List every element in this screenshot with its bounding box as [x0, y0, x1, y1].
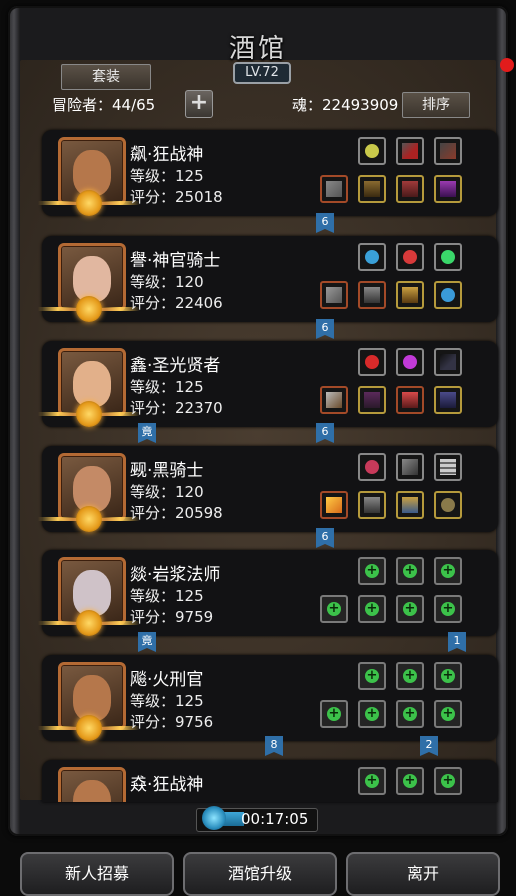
- notification-dot: [500, 58, 514, 72]
- hero-name: 猋·狂战神: [130, 775, 204, 795]
- armor-slot-icon[interactable]: [434, 386, 462, 414]
- rank-medal-icon: [38, 296, 140, 322]
- hero-score: 评分：22370: [130, 399, 223, 417]
- armor-slot-icon[interactable]: [434, 491, 462, 519]
- hero-level: 等级：125: [130, 167, 204, 185]
- empty-slot-plus-icon[interactable]: +: [396, 662, 424, 690]
- adventurer-count: 冒险者：44/65: [52, 96, 156, 114]
- soul-amount: 魂：22493909: [292, 96, 399, 114]
- hero-name: 觋·黑骑士: [130, 461, 204, 481]
- hero-card[interactable]: 譽·神官骑士 等级：120 评分：22406: [38, 236, 498, 322]
- hero-score: 评分：25018: [130, 188, 223, 206]
- accessory-slot-icon[interactable]: [434, 453, 462, 481]
- empty-slot-plus-icon[interactable]: +: [358, 595, 386, 623]
- hero-portrait: [58, 767, 126, 802]
- accessory-slot-icon[interactable]: [358, 348, 386, 376]
- armor-slot-icon[interactable]: [358, 386, 386, 414]
- weapon-slot-icon[interactable]: [320, 491, 348, 519]
- hero-card[interactable]: 鑫·圣光贤者 等级：125 评分：22370: [38, 341, 498, 427]
- tavern-upgrade-button[interactable]: 酒馆升级: [183, 852, 337, 896]
- hero-card[interactable]: 觋·黑骑士 等级：120 评分：20598: [38, 446, 498, 532]
- rank-medal-icon: [38, 715, 140, 741]
- clock-icon: [202, 806, 226, 830]
- hero-level: 等级：120: [130, 273, 204, 291]
- empty-slot-plus-icon[interactable]: +: [396, 767, 424, 795]
- rank-medal-icon: [38, 506, 140, 532]
- accessory-slot-icon[interactable]: [434, 348, 462, 376]
- rank-medal-icon: [38, 190, 140, 216]
- accessory-slot-icon[interactable]: [358, 137, 386, 165]
- armor-slot-icon[interactable]: [358, 491, 386, 519]
- rank-medal-icon: [38, 401, 140, 427]
- armor-slot-icon[interactable]: [396, 281, 424, 309]
- tavern-level-badge: LV.72: [233, 62, 291, 84]
- empty-slot-plus-icon[interactable]: +: [396, 595, 424, 623]
- leave-button[interactable]: 离开: [346, 852, 500, 896]
- accessory-slot-icon[interactable]: [434, 137, 462, 165]
- accessory-slot-icon[interactable]: [396, 243, 424, 271]
- recruit-button[interactable]: 新人招募: [20, 852, 174, 896]
- accessory-slot-icon[interactable]: [396, 137, 424, 165]
- hero-score: 评分：9756: [130, 713, 214, 731]
- hero-name: 譽·神官骑士: [130, 251, 221, 271]
- empty-slot-plus-icon[interactable]: +: [320, 595, 348, 623]
- armor-slot-icon[interactable]: [358, 281, 386, 309]
- hero-level: 等级：125: [130, 378, 204, 396]
- hero-level: 等级：125: [130, 692, 204, 710]
- hero-name: 燚·岩浆法师: [130, 565, 221, 585]
- hero-name: 飚·火刑官: [130, 670, 204, 690]
- accessory-slot-icon[interactable]: [434, 243, 462, 271]
- empty-slot-plus-icon[interactable]: +: [396, 700, 424, 728]
- hero-card[interactable]: 燚·岩浆法师 等级：125 评分：9759 + + + + + + +: [38, 550, 498, 636]
- accessory-slot-icon[interactable]: [358, 453, 386, 481]
- empty-slot-plus-icon[interactable]: +: [434, 662, 462, 690]
- accessory-slot-icon[interactable]: [358, 243, 386, 271]
- armor-slot-icon[interactable]: [396, 175, 424, 203]
- armor-slot-icon[interactable]: [434, 281, 462, 309]
- empty-slot-plus-icon[interactable]: +: [358, 700, 386, 728]
- hero-level: 等级：120: [130, 483, 204, 501]
- accessory-slot-icon[interactable]: [396, 453, 424, 481]
- empty-slot-plus-icon[interactable]: +: [434, 767, 462, 795]
- add-adventurer-button[interactable]: +: [185, 90, 213, 118]
- armor-slot-icon[interactable]: [358, 175, 386, 203]
- hero-card[interactable]: 飚·火刑官 等级：125 评分：9756 + + + + + + +: [38, 655, 498, 741]
- empty-slot-plus-icon[interactable]: +: [358, 767, 386, 795]
- hero-score: 评分：22406: [130, 294, 223, 312]
- empty-slot-plus-icon[interactable]: +: [358, 662, 386, 690]
- hero-score: 评分：20598: [130, 504, 223, 522]
- weapon-slot-icon[interactable]: [320, 175, 348, 203]
- accessory-slot-icon[interactable]: [396, 348, 424, 376]
- sort-button[interactable]: 排序: [402, 92, 470, 118]
- rank-medal-icon: [38, 610, 140, 636]
- empty-slot-plus-icon[interactable]: +: [358, 557, 386, 585]
- empty-slot-plus-icon[interactable]: +: [320, 700, 348, 728]
- hero-name: 飙·狂战神: [130, 145, 204, 165]
- suit-button[interactable]: 套装: [61, 64, 151, 90]
- empty-slot-plus-icon[interactable]: +: [434, 595, 462, 623]
- hero-card[interactable]: 飙·狂战神 等级：125 评分：25018: [38, 130, 498, 216]
- weapon-slot-icon[interactable]: [320, 281, 348, 309]
- empty-slot-plus-icon[interactable]: +: [396, 557, 424, 585]
- refresh-timer: 00:17:05: [241, 810, 309, 828]
- weapon-slot-icon[interactable]: [320, 386, 348, 414]
- hero-level: 等级：125: [130, 587, 204, 605]
- hero-name: 鑫·圣光贤者: [130, 356, 221, 376]
- empty-slot-plus-icon[interactable]: +: [434, 557, 462, 585]
- armor-slot-icon[interactable]: [396, 491, 424, 519]
- armor-slot-icon[interactable]: [396, 386, 424, 414]
- hero-score: 评分：9759: [130, 608, 214, 626]
- hero-card[interactable]: 猋·狂战神 + + +: [42, 760, 498, 802]
- page-title: 酒馆: [228, 34, 288, 64]
- armor-slot-icon[interactable]: [434, 175, 462, 203]
- empty-slot-plus-icon[interactable]: +: [434, 700, 462, 728]
